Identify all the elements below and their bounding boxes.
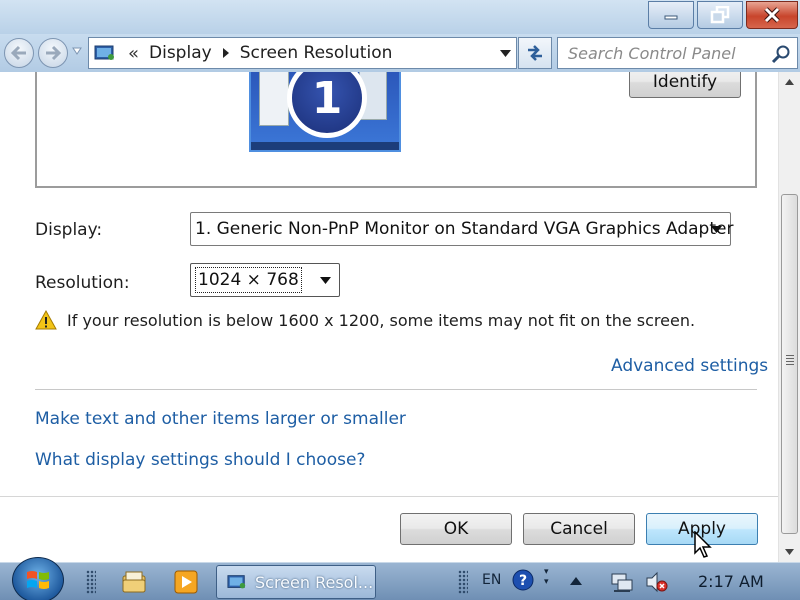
search-icon[interactable] (771, 44, 791, 64)
display-select-value: 1. Generic Non-PnP Monitor on Standard V… (195, 219, 734, 239)
system-clock[interactable]: 2:17 AM (698, 572, 764, 591)
chevron-down-icon (499, 49, 511, 57)
advanced-settings-link[interactable]: Advanced settings (611, 356, 768, 376)
title-bar (0, 0, 800, 34)
scroll-up-button[interactable] (779, 72, 800, 92)
taskbar-button-screen-resolution[interactable]: Screen Resol... (216, 565, 376, 599)
monitor-1-thumbnail[interactable]: 1 (249, 72, 401, 152)
forward-button[interactable] (38, 38, 68, 68)
windows-logo-icon (27, 571, 49, 589)
toolbar-grip[interactable] (458, 570, 468, 594)
breadcrumb-chevron-icon[interactable] (222, 47, 230, 59)
warning-text: If your resolution is below 1600 x 1200,… (67, 310, 696, 330)
scroll-grip-icon (786, 355, 794, 367)
svg-text:?: ? (519, 573, 527, 589)
display-select[interactable]: 1. Generic Non-PnP Monitor on Standard V… (190, 212, 734, 246)
monitor-number-badge: 1 (287, 72, 367, 138)
monitor-preview-area: 1 Identify (35, 72, 757, 188)
chevron-down-icon (785, 549, 794, 555)
start-button[interactable] (12, 557, 64, 600)
divider (0, 496, 778, 497)
show-hidden-icons-icon[interactable] (570, 577, 582, 585)
back-arrow-icon (10, 45, 26, 61)
navigation-bar: « Display Screen Resolution (0, 34, 800, 72)
desktop-window-thumbnail (259, 72, 289, 126)
scroll-down-button[interactable] (779, 542, 800, 562)
divider (35, 389, 757, 390)
resolution-warning: If your resolution is below 1600 x 1200,… (35, 310, 695, 330)
warning-icon (35, 310, 57, 330)
chevron-down-icon (710, 225, 722, 233)
forward-arrow-icon (46, 45, 62, 61)
address-dropdown-button[interactable] (494, 38, 516, 68)
chevron-up-icon (785, 79, 794, 85)
display-dropdown-arrow[interactable] (702, 213, 730, 245)
mouse-cursor-icon (694, 531, 712, 558)
search-box[interactable] (557, 37, 798, 69)
text-size-link[interactable]: Make text and other items larger or smal… (35, 409, 406, 429)
recent-pages-dropdown-icon[interactable] (72, 47, 82, 55)
ok-button[interactable]: OK (400, 513, 512, 545)
minimize-button[interactable] (648, 1, 694, 29)
display-label: Display: (35, 220, 103, 240)
resolution-select[interactable]: 1024 × 768 (190, 263, 340, 297)
content-pane: 1 Identify Display: 1. Generic Non-PnP M… (0, 72, 778, 562)
windows-explorer-icon[interactable] (120, 568, 148, 596)
close-button[interactable] (746, 1, 798, 29)
breadcrumb-display[interactable]: Display (149, 43, 212, 63)
search-input[interactable] (558, 38, 763, 68)
restore-icon (710, 6, 730, 24)
chevron-down-icon (319, 276, 331, 284)
scrollbar-thumb[interactable] (781, 194, 798, 534)
taskbar: Screen Resol... EN ? ▾ ▾ 2:17 AM (0, 557, 800, 600)
control-panel-icon (227, 575, 246, 589)
breadcrumb-screen-resolution[interactable]: Screen Resolution (240, 43, 393, 63)
restore-button[interactable] (697, 1, 743, 29)
cancel-button[interactable]: Cancel (523, 513, 635, 545)
resolution-dropdown-arrow[interactable] (311, 264, 339, 296)
identify-button[interactable]: Identify (629, 72, 741, 98)
help-icon[interactable]: ? (512, 569, 534, 591)
control-panel-icon (94, 45, 114, 60)
back-button[interactable] (4, 38, 34, 68)
language-bar-options-icon[interactable]: ▾ ▾ (544, 567, 549, 587)
close-icon (764, 7, 780, 23)
refresh-icon (528, 45, 542, 61)
breadcrumb-overflow-icon[interactable]: « (128, 43, 139, 64)
volume-muted-icon[interactable] (645, 571, 669, 593)
language-indicator[interactable]: EN (482, 572, 501, 588)
toolbar-grip[interactable] (86, 570, 96, 594)
resolution-select-value: 1024 × 768 (195, 267, 302, 293)
vertical-scrollbar[interactable] (778, 72, 800, 562)
minimize-icon (664, 15, 678, 20)
media-player-icon[interactable] (172, 568, 200, 596)
desktop-taskbar-thumbnail (251, 142, 399, 150)
taskbar-button-label: Screen Resol... (255, 572, 374, 592)
network-icon[interactable] (610, 572, 634, 594)
refresh-button[interactable] (518, 37, 552, 69)
address-bar[interactable]: « Display Screen Resolution (88, 37, 517, 69)
display-help-link[interactable]: What display settings should I choose? (35, 450, 365, 470)
resolution-label: Resolution: (35, 273, 130, 293)
